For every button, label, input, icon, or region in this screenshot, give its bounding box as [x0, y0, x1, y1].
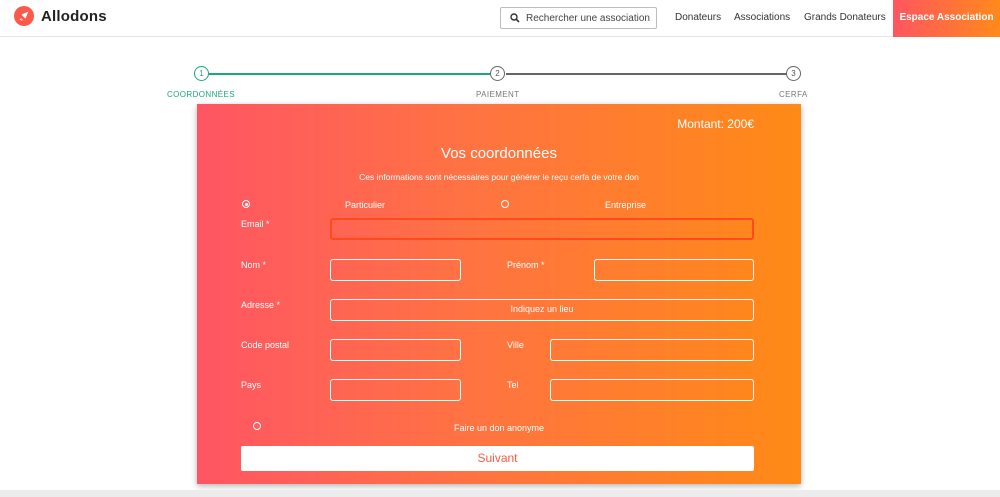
nav-associations[interactable]: Associations: [734, 0, 790, 37]
search-input[interactable]: Rechercher une association: [500, 7, 657, 29]
pays-label: Pays: [241, 380, 262, 390]
nav-donateurs[interactable]: Donateurs: [675, 0, 721, 37]
particulier-label: Particulier: [345, 200, 386, 210]
tel-field[interactable]: [550, 379, 754, 401]
step-2-label: PAIEMENT: [476, 90, 520, 99]
step-connector-completed: [209, 73, 490, 75]
adresse-field[interactable]: Indiquez un lieu: [330, 299, 754, 321]
email-label: Email *: [241, 219, 270, 229]
suivant-button[interactable]: Suivant: [241, 446, 754, 471]
search-placeholder: Rechercher une association: [526, 12, 650, 24]
nav-grands-donateurs[interactable]: Grands Donateurs: [804, 0, 886, 37]
code-postal-label: Code postal: [241, 340, 290, 350]
pays-field[interactable]: [330, 379, 461, 401]
page-bottom-divider: [0, 490, 1000, 497]
email-field[interactable]: [330, 218, 754, 240]
ville-field[interactable]: [550, 339, 754, 361]
adresse-label: Adresse *: [241, 300, 281, 310]
nom-label: Nom *: [241, 260, 267, 270]
step-connector-pending: [506, 73, 787, 75]
code-postal-field[interactable]: [330, 339, 461, 361]
search-icon: [510, 13, 520, 23]
brand-logo[interactable]: Allodons: [14, 6, 107, 26]
anonymous-label: Faire un don anonyme: [454, 423, 545, 433]
prenom-label: Prénom *: [507, 260, 545, 270]
step-2-circle: 2: [490, 66, 505, 81]
anonymous-radio[interactable]: [253, 422, 261, 430]
form-subtitle: Ces informations sont nécessaires pour g…: [359, 172, 639, 182]
step-3-label: CERFA: [779, 90, 808, 99]
nom-field[interactable]: [330, 259, 461, 281]
prenom-field[interactable]: [594, 259, 754, 281]
espace-association-button[interactable]: Espace Association: [893, 0, 1000, 37]
form-title: Vos coordonnées: [441, 145, 557, 162]
step-1-circle: 1: [194, 66, 209, 81]
rocket-icon: [14, 6, 34, 26]
brand-name: Allodons: [41, 7, 107, 25]
tel-label: Tel: [507, 380, 519, 390]
donation-form-card: Montant: 200€ Vos coordonnées Ces inform…: [197, 104, 801, 484]
particulier-radio[interactable]: [242, 200, 250, 208]
top-navbar: Allodons Rechercher une association Dona…: [0, 0, 1000, 37]
entreprise-radio[interactable]: [501, 200, 509, 208]
step-1-label: COORDONNÉES: [167, 90, 235, 99]
adresse-placeholder: Indiquez un lieu: [510, 304, 574, 314]
ville-label: Ville: [507, 340, 524, 350]
entreprise-label: Entreprise: [605, 200, 647, 210]
step-3-circle: 3: [786, 66, 801, 81]
donation-amount: Montant: 200€: [677, 117, 754, 131]
